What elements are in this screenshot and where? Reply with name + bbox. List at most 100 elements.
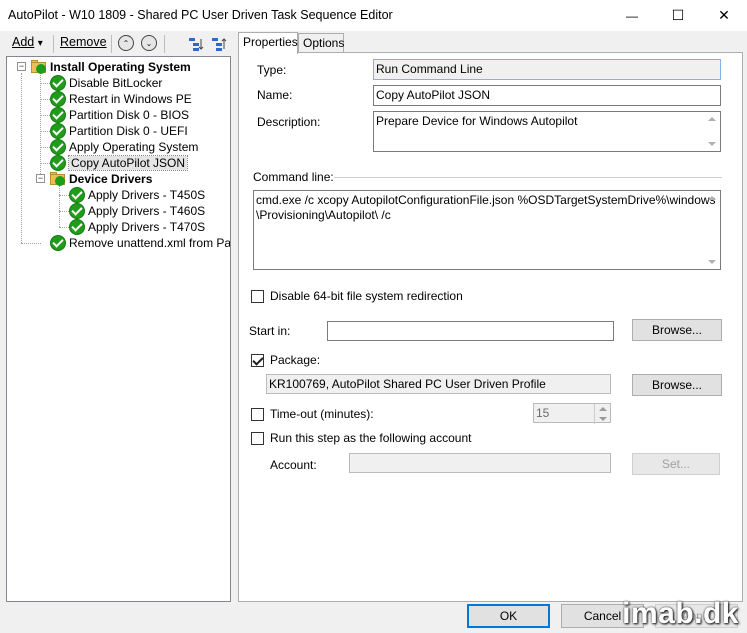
spin-down-icon: [599, 417, 607, 421]
success-check-icon: [69, 187, 85, 203]
add-label: Add: [12, 35, 35, 49]
name-label: Name:: [257, 88, 293, 102]
timeout-checkbox[interactable]: [251, 408, 264, 421]
description-scrollbar[interactable]: [704, 112, 720, 151]
tree-step-label: Apply Operating System: [69, 140, 199, 154]
move-down-icon[interactable]: ⌄: [141, 35, 157, 51]
success-check-icon: [50, 123, 66, 139]
disable-64bit-label: Disable 64-bit file system redirection: [270, 289, 463, 303]
command-line-label: Command line:: [253, 170, 334, 184]
run-as-account-checkbox[interactable]: [251, 432, 264, 445]
tree-step[interactable]: Partition Disk 0 - UEFI: [50, 123, 188, 139]
tree-step-label: Disable BitLocker: [69, 76, 163, 90]
section-divider: [334, 177, 722, 178]
close-button[interactable]: ✕: [701, 0, 747, 31]
success-check-icon: [50, 75, 66, 91]
tree-connector: [40, 115, 50, 116]
tree-step[interactable]: Apply Drivers - T470S: [69, 219, 205, 235]
tree-step[interactable]: Restart in Windows PE: [50, 91, 192, 107]
command-line-textarea[interactable]: cmd.exe /c xcopy AutopilotConfigurationF…: [253, 190, 721, 270]
remove-label: Remove: [60, 35, 107, 49]
type-label: Type:: [257, 63, 287, 77]
properties-panel: Type: Run Command Line Name: Copy AutoPi…: [238, 52, 743, 602]
scroll-down-icon: [708, 260, 716, 264]
collapse-toggle[interactable]: −: [17, 62, 26, 71]
description-textarea[interactable]: Prepare Device for Windows Autopilot: [373, 111, 721, 152]
tree-step-label: Apply Drivers - T460S: [88, 204, 206, 218]
tree-group-label: Device Drivers: [69, 172, 153, 186]
move-up-icon[interactable]: ⌃: [118, 35, 134, 51]
collapse-all-icon[interactable]: [188, 36, 204, 52]
tree-step-label: Partition Disk 0 - UEFI: [69, 124, 188, 138]
minimize-button[interactable]: —: [609, 0, 655, 31]
add-menu-button[interactable]: Add ▾: [12, 35, 43, 49]
tree-connector: [59, 185, 60, 227]
tree-step[interactable]: Disable BitLocker: [50, 75, 162, 91]
success-check-icon: [50, 155, 66, 171]
folder-check-icon: [50, 171, 66, 187]
tree-step-label: Remove unattend.xml from Panther: [69, 236, 231, 250]
package-browse-button[interactable]: Browse...: [632, 374, 722, 396]
start-in-input[interactable]: [327, 321, 614, 341]
success-check-icon: [69, 203, 85, 219]
folder-check-icon: [31, 59, 47, 75]
toolbar-separator: [53, 35, 54, 53]
title-bar: AutoPilot - W10 1809 - Shared PC User Dr…: [0, 0, 747, 31]
tree-connector: [40, 83, 50, 84]
tree-connector: [21, 73, 22, 243]
tree-step[interactable]: Apply Drivers - T450S: [69, 187, 205, 203]
success-check-icon: [50, 107, 66, 123]
success-check-icon: [50, 235, 66, 251]
set-account-button: Set...: [632, 453, 720, 475]
tree-group-device-drivers[interactable]: Device Drivers: [50, 171, 152, 187]
tree-connector: [21, 243, 41, 244]
maximize-button[interactable]: ☐: [655, 0, 701, 31]
tree-step-selected[interactable]: Copy AutoPilot JSON: [50, 155, 189, 171]
tree-step[interactable]: Remove unattend.xml from Panther: [50, 235, 231, 251]
timeout-spinner: [594, 404, 610, 424]
timeout-value: 15: [536, 406, 550, 420]
tree-connector: [40, 99, 50, 100]
disable-64bit-checkbox[interactable]: [251, 290, 264, 303]
tree-connector: [40, 131, 50, 132]
move-down-glyph: ⌄: [145, 38, 153, 48]
command-line-scrollbar[interactable]: [704, 191, 720, 269]
start-in-label: Start in:: [249, 324, 291, 338]
tree-group-install-os[interactable]: Install Operating System: [31, 59, 191, 75]
toolbar-separator: [164, 35, 165, 53]
minimize-icon: —: [626, 8, 638, 23]
window-title: AutoPilot - W10 1809 - Shared PC User Dr…: [8, 8, 393, 22]
remove-button[interactable]: Remove: [60, 35, 107, 49]
timeout-label: Time-out (minutes):: [270, 407, 374, 421]
scroll-up-icon: [708, 117, 716, 121]
tree-step-label: Apply Drivers - T450S: [88, 188, 206, 202]
task-sequence-tree[interactable]: − Install Operating System Disable BitLo…: [6, 56, 231, 602]
type-field: Run Command Line: [373, 59, 721, 80]
tab-options[interactable]: Options: [298, 33, 344, 53]
description-label: Description:: [257, 115, 321, 129]
tab-properties[interactable]: Properties: [238, 32, 298, 54]
tree-group-label: Install Operating System: [50, 60, 191, 74]
spin-up-icon: [599, 407, 607, 411]
name-input[interactable]: Copy AutoPilot JSON: [373, 85, 721, 106]
package-checkbox[interactable]: [251, 354, 264, 367]
add-dropdown-icon: ▾: [37, 38, 43, 49]
tree-connector: [59, 195, 69, 196]
toolbar-separator: [111, 35, 112, 53]
command-line-text: \Provisioning\Autopilot\ /c: [256, 208, 391, 222]
tree-step-label: Copy AutoPilot JSON: [67, 155, 189, 171]
ok-button[interactable]: OK: [467, 604, 550, 628]
success-check-icon: [50, 139, 66, 155]
scroll-down-icon: [708, 142, 716, 146]
scroll-up-icon: [708, 196, 716, 200]
tree-step[interactable]: Apply Operating System: [50, 139, 198, 155]
tree-step[interactable]: Partition Disk 0 - BIOS: [50, 107, 189, 123]
close-icon: ✕: [718, 7, 730, 23]
tree-connector: [40, 147, 50, 148]
start-in-browse-button[interactable]: Browse...: [632, 319, 722, 341]
tree-step[interactable]: Apply Drivers - T460S: [69, 203, 205, 219]
move-up-glyph: ⌃: [122, 38, 130, 48]
expand-all-icon[interactable]: [211, 36, 227, 52]
tree-step-label: Restart in Windows PE: [69, 92, 192, 106]
collapse-toggle[interactable]: −: [36, 174, 45, 183]
